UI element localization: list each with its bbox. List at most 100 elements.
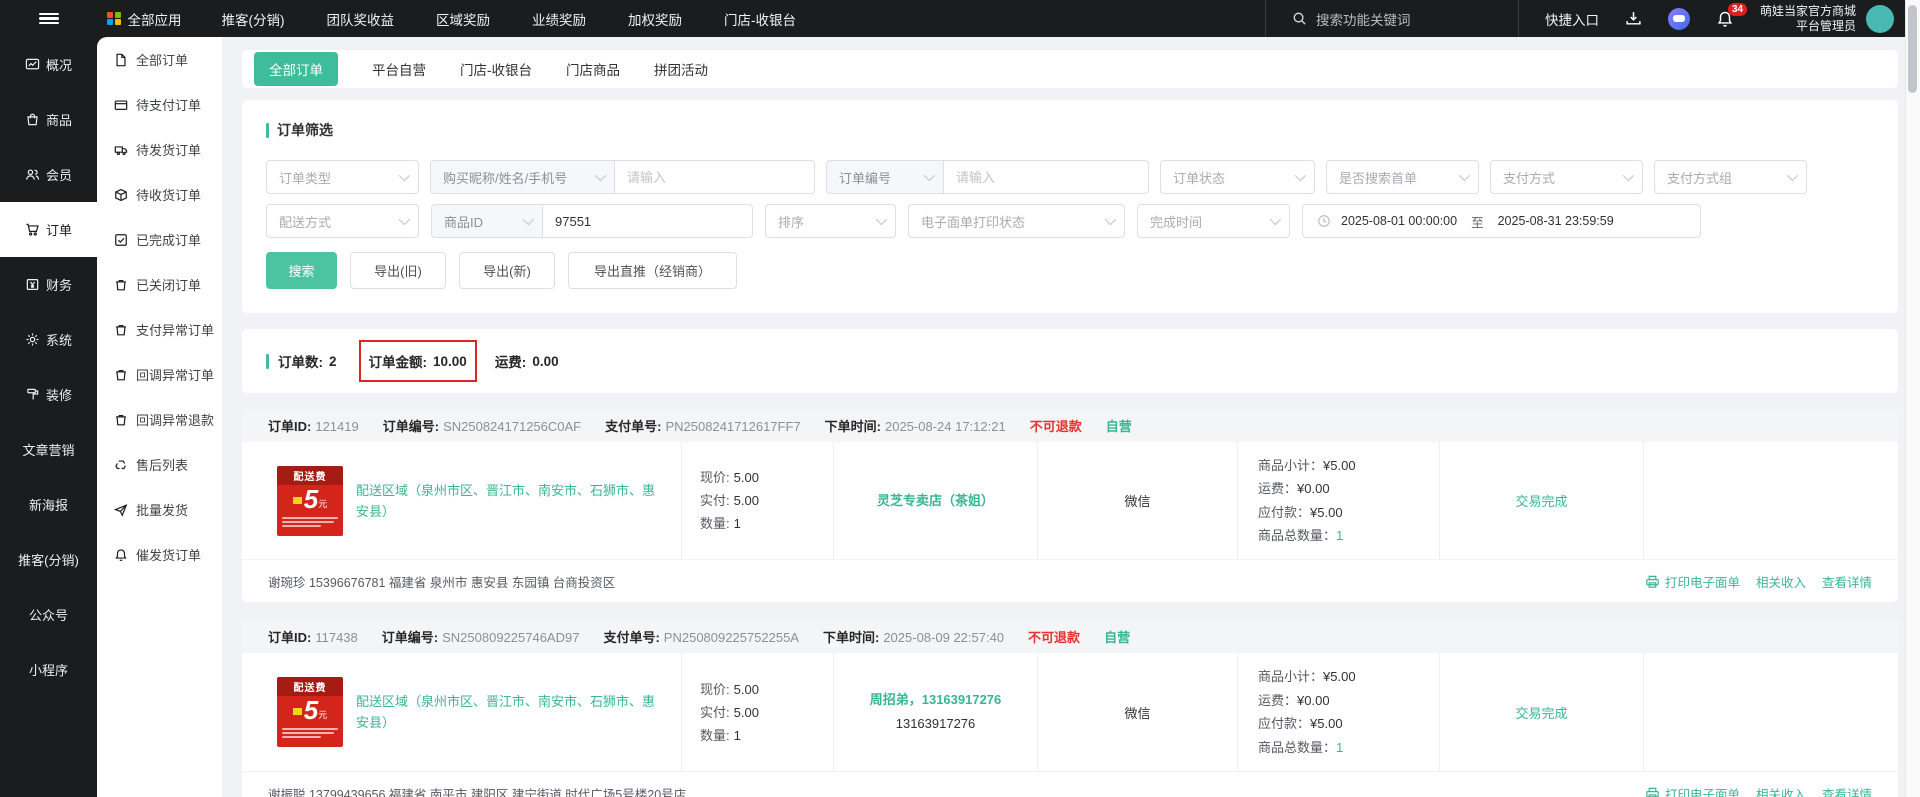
search-button[interactable]: 搜索 (266, 252, 337, 289)
truck-icon (114, 145, 128, 155)
notifications-bell-icon[interactable]: 34 (1716, 2, 1748, 28)
sidebar-item-overview[interactable]: 概况 (0, 37, 97, 92)
submenu-pending-payment[interactable]: 待支付订单 (97, 82, 222, 127)
sidebar-item-new-poster[interactable]: 新海报 (0, 477, 97, 532)
finish-time-select[interactable]: 完成时间 (1137, 204, 1290, 238)
order-no-select[interactable]: 订单编号 (826, 160, 944, 194)
delivery-select[interactable]: 配送方式 (266, 204, 419, 238)
clock-icon (1318, 215, 1330, 227)
product-title-link[interactable]: 配送区域（泉州市区、晋江市、南安市、石狮市、惠安县） (356, 691, 656, 733)
sidebar-item-decorate[interactable]: 装修 (0, 367, 97, 422)
view-detail-link[interactable]: 查看详情 (1822, 572, 1872, 591)
related-income-link[interactable]: 相关收入 (1756, 784, 1806, 797)
totals-cell: 商品小计：¥5.00 运费：¥0.00 应付款：¥5.00 商品总数量：1 (1238, 442, 1440, 559)
all-apps-button[interactable]: 全部应用 (107, 9, 182, 29)
sidebar-item-distribution[interactable]: 推客(分销) (0, 532, 97, 587)
sidebar-item-mini-program[interactable]: 小程序 (0, 642, 97, 697)
chevron-down-icon (1269, 213, 1282, 226)
submenu-callback-abnormal-orders[interactable]: 回调异常订单 (97, 352, 222, 397)
members-icon (26, 169, 40, 180)
tab-group-activity[interactable]: 拼团活动 (654, 59, 708, 79)
order-filter-panel: 订单筛选 订单类型 购买昵称/姓名/手机号 订单编号 订单状态 (242, 100, 1898, 313)
goods-id-select[interactable]: 商品ID (431, 204, 543, 238)
order-no-input[interactable] (944, 160, 1149, 194)
vertical-scrollbar[interactable] (1905, 0, 1920, 797)
quick-entry-button[interactable]: 快捷入口 (1545, 9, 1599, 29)
eorder-print-status-select[interactable]: 电子面单打印状态 (908, 204, 1125, 238)
check-square-icon (115, 233, 127, 246)
printer-icon (1646, 787, 1659, 797)
order-type-select[interactable]: 订单类型 (266, 160, 419, 194)
print-eorder-link[interactable]: 打印电子面单 (1645, 784, 1740, 797)
topbar-item-region-reward[interactable]: 区域奖励 (436, 9, 490, 29)
sidebar-item-system[interactable]: 系统 (0, 312, 97, 367)
topbar-item-performance-reward[interactable]: 业绩奖励 (532, 9, 586, 29)
chevron-down-icon (875, 213, 888, 226)
hamburger-menu-icon[interactable] (0, 11, 97, 27)
submenu-urge-shipment[interactable]: 催发货订单 (97, 532, 222, 577)
buyer-store-cell: 灵芝专卖店（茶姐） (834, 442, 1038, 559)
sort-select[interactable]: 排序 (765, 204, 896, 238)
topbar-item-distribution[interactable]: 推客(分销) (222, 9, 285, 29)
sidebar-item-official-account[interactable]: 公众号 (0, 587, 97, 642)
date-range-picker[interactable]: 2025-08-01 00:00:00 至 2025-08-31 23:59:5… (1302, 204, 1701, 238)
tab-all-orders[interactable]: 全部订单 (254, 52, 338, 86)
order-status-cell: 交易完成 (1440, 442, 1644, 559)
product-image[interactable]: 配送费 5元 (277, 677, 343, 747)
order-no-group: 订单编号 (826, 160, 1149, 194)
export-old-button[interactable]: 导出(旧) (350, 252, 446, 289)
product-title-link[interactable]: 配送区域（泉州市区、晋江市、南安市、石狮市、惠安县） (356, 480, 656, 522)
print-eorder-link[interactable]: 打印电子面单 (1645, 572, 1740, 591)
submenu-closed[interactable]: 已关闭订单 (97, 262, 222, 307)
submenu-completed[interactable]: 已完成订单 (97, 217, 222, 262)
submenu-pending-receipt[interactable]: 待收货订单 (97, 172, 222, 217)
tab-store-goods[interactable]: 门店商品 (566, 59, 620, 79)
store-name-link[interactable]: 灵芝专卖店（茶姐） (877, 489, 994, 513)
freight-total: 运费: 0.00 (494, 353, 559, 371)
topbar-item-store-cashier[interactable]: 门店-收银台 (724, 9, 796, 29)
view-detail-link[interactable]: 查看详情 (1822, 784, 1872, 797)
order-status-select[interactable]: 订单状态 (1160, 160, 1315, 194)
sidebar-item-finance[interactable]: 财务 (0, 257, 97, 312)
sidebar-item-members[interactable]: 会员 (0, 147, 97, 202)
pay-method-group-select[interactable]: 支付方式组 (1654, 160, 1807, 194)
submenu-pending-shipment[interactable]: 待发货订单 (97, 127, 222, 172)
system-gear-icon (26, 333, 39, 346)
submenu-after-sales[interactable]: 售后列表 (97, 442, 222, 487)
tab-store-cashier[interactable]: 门店-收银台 (460, 59, 532, 79)
topbar-item-weighted-reward[interactable]: 加权奖励 (628, 9, 682, 29)
chevron-down-icon (1622, 169, 1635, 182)
order-status-cell: 交易完成 (1440, 653, 1644, 771)
scrollbar-thumb[interactable] (1908, 5, 1917, 93)
product-image[interactable]: 配送费 5元 (277, 465, 343, 536)
export-new-button[interactable]: 导出(新) (459, 252, 555, 289)
submenu-callback-abnormal-refunds[interactable]: 回调异常退款 (97, 397, 222, 442)
buyer-name-link[interactable]: 周招弟，13163917276 (870, 688, 1002, 712)
trash-icon (116, 279, 126, 290)
tab-platform-self[interactable]: 平台自营 (372, 59, 426, 79)
user-info[interactable]: 萌娃当家官方商城 平台管理员 (1760, 4, 1856, 34)
submenu-all-orders[interactable]: 全部订单 (97, 37, 222, 82)
order-id: 117438 (315, 630, 358, 645)
pay-method-select[interactable]: 支付方式 (1490, 160, 1643, 194)
buyer-input[interactable] (615, 160, 815, 194)
related-income-link[interactable]: 相关收入 (1756, 572, 1806, 591)
chevron-down-icon (1104, 213, 1117, 226)
submenu-payment-abnormal[interactable]: 支付异常订单 (97, 307, 222, 352)
download-icon[interactable] (1625, 10, 1642, 27)
self-operated-tag: 自营 (1105, 419, 1132, 434)
topbar-item-team-reward[interactable]: 团队奖收益 (327, 9, 395, 29)
export-direct-button[interactable]: 导出直推（经销商） (568, 252, 737, 289)
buyer-field-select[interactable]: 购买昵称/姓名/手机号 (430, 160, 615, 194)
submenu-batch-ship[interactable]: 批量发货 (97, 487, 222, 532)
goods-id-input[interactable] (543, 204, 753, 238)
avatar[interactable] (1866, 4, 1894, 33)
order-header: 订单ID: 121419 订单编号: SN250824171256C0AF 支付单号… (242, 409, 1898, 442)
assistant-robot-icon[interactable] (1667, 7, 1690, 30)
sidebar-item-article-marketing[interactable]: 文章营销 (0, 422, 97, 477)
sidebar-item-orders[interactable]: 订单 (0, 202, 97, 257)
order-id: 121419 (315, 419, 359, 434)
sidebar-item-goods[interactable]: 商品 (0, 92, 97, 147)
first-order-select[interactable]: 是否搜索首单 (1326, 160, 1479, 194)
topbar-search[interactable]: 搜索功能关键词 (1266, 9, 1518, 29)
